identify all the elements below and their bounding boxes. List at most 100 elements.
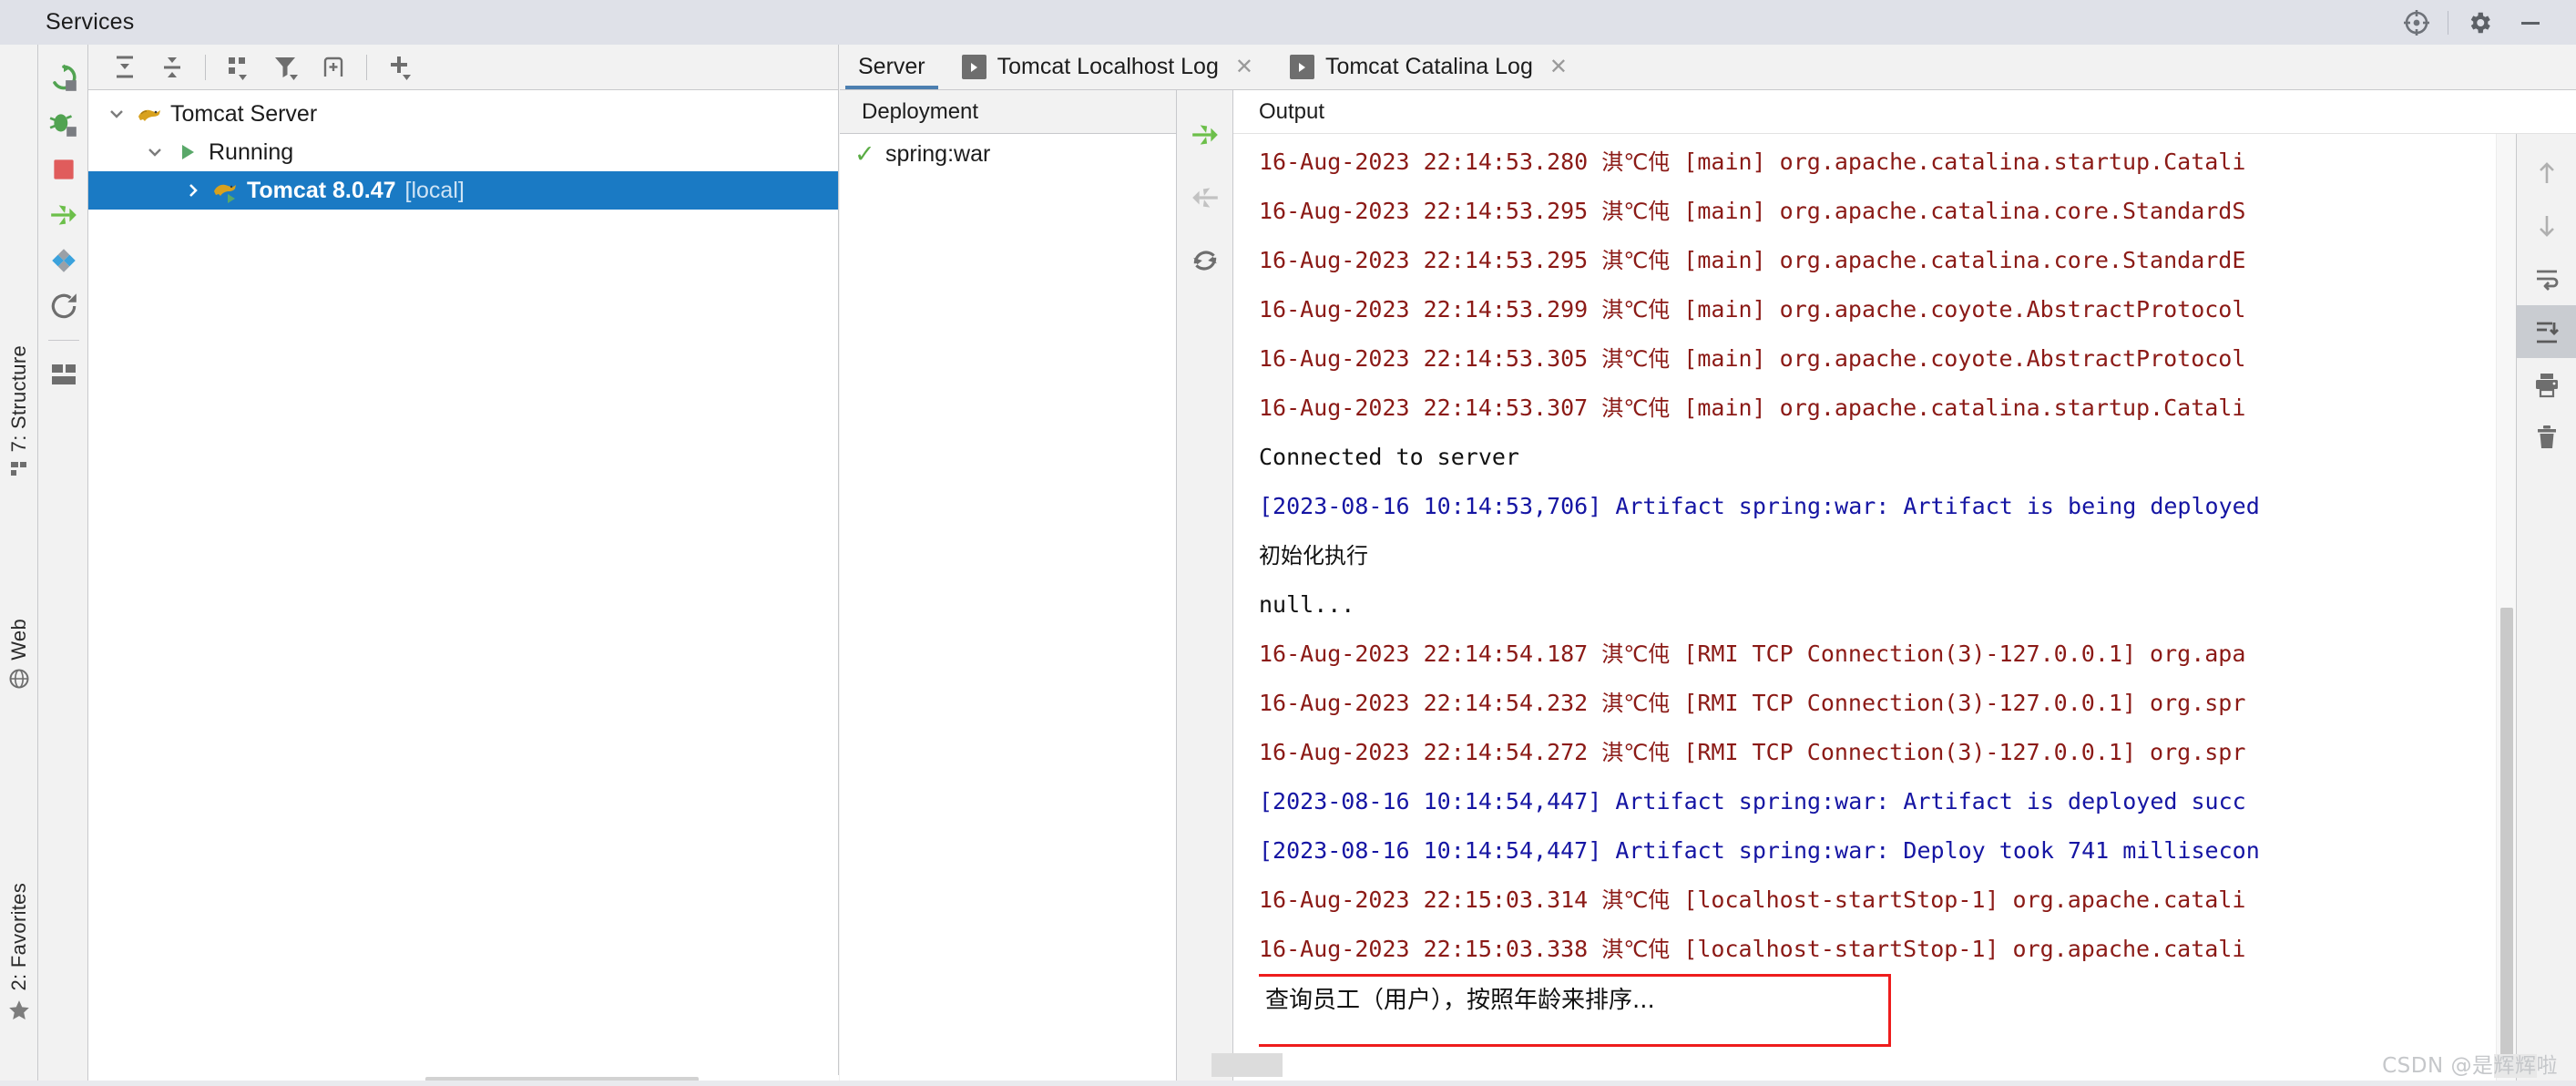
window-controls <box>2391 0 2576 45</box>
console-line: 16-Aug-2023 22:14:54.187 淇℃伅 [RMI TCP Co… <box>1259 630 2496 679</box>
watermark-suffix: 啦 <box>2536 1054 2558 1078</box>
console-actions-toolbar <box>2516 134 2576 1086</box>
console-line: 16-Aug-2023 22:14:53.295 淇℃伅 [main] org.… <box>1259 187 2496 236</box>
watermark: CSDN @是辉辉啦 <box>2382 1048 2558 1079</box>
page-title: Services <box>46 9 135 35</box>
expand-all-icon[interactable] <box>101 45 148 90</box>
console-line: 16-Aug-2023 22:14:53.280 淇℃伅 [main] org.… <box>1259 138 2496 187</box>
console-line: [2023-08-16 10:14:54,447] Artifact sprin… <box>1259 777 2496 826</box>
console-line: [2023-08-16 10:14:54,447] Artifact sprin… <box>1259 826 2496 876</box>
console-line: 16-Aug-2023 22:14:53.305 淇℃伅 [main] org.… <box>1259 334 2496 384</box>
printer-icon[interactable] <box>2517 358 2576 411</box>
console-line-text: 16-Aug-2023 22:14:54.232 <box>1259 690 1602 716</box>
console-line: 16-Aug-2023 22:14:53.295 淇℃伅 [main] org.… <box>1259 236 2496 285</box>
tab-tomcat-catalina-log[interactable]: Tomcat Catalina Log ✕ <box>1272 45 1586 89</box>
structure-icon <box>9 459 29 484</box>
add-service-icon[interactable] <box>376 45 424 90</box>
tree-node-sublabel: [local] <box>404 177 465 203</box>
tab-label: Server <box>858 54 925 79</box>
console-line-text: null... <box>1259 591 1355 618</box>
web-globe-icon <box>8 668 30 694</box>
check-green-icon: ✓ <box>854 139 875 168</box>
locate-icon[interactable] <box>2391 0 2442 45</box>
tree-node-running[interactable]: Running <box>88 133 838 171</box>
tree-node-tomcat-8047-local[interactable]: Tomcat 8.0.47 [local] <box>88 171 838 210</box>
group-by-icon[interactable] <box>215 45 262 90</box>
filter-icon[interactable] <box>262 45 310 90</box>
console-line-cjk: 淇℃伅 <box>1601 691 1671 716</box>
diamond-icon[interactable] <box>39 238 88 283</box>
console-line-tail: [RMI TCP Connection(3)-127.0.0.1] org.ap… <box>1670 640 2246 667</box>
deployment-panel: Deployment ✓ spring:war <box>840 90 1177 1086</box>
sidebar-item-web[interactable]: Web <box>0 619 38 694</box>
arrow-down-icon[interactable] <box>2517 200 2576 252</box>
debug-bug-icon[interactable] <box>39 101 88 147</box>
sidebar-item-favorites[interactable]: 2: Favorites <box>0 883 38 1027</box>
deploy-arrows-icon[interactable] <box>39 192 88 238</box>
console-line-tail: [main] org.apache.catalina.core.Standard… <box>1670 198 2246 224</box>
deployment-actions-toolbar <box>1177 90 1233 1086</box>
chevron-right-icon[interactable] <box>178 180 209 200</box>
console-line-tail: [main] org.apache.coyote.AbstractProtoco… <box>1670 296 2246 323</box>
close-icon[interactable]: ✕ <box>1549 54 1568 80</box>
highlighted-output-box: 查询员工（用户），按照年龄来排序... <box>1259 974 1891 1047</box>
console-output[interactable]: 16-Aug-2023 22:14:53.280 淇℃伅 [main] org.… <box>1233 134 2496 1086</box>
tab-tomcat-localhost-log[interactable]: Tomcat Localhost Log ✕ <box>944 45 1272 89</box>
console-line: 16-Aug-2023 22:14:54.232 淇℃伅 [RMI TCP Co… <box>1259 679 2496 728</box>
sidebar-item-label: 2: Favorites <box>7 883 30 991</box>
console-line: 16-Aug-2023 22:14:53.299 淇℃伅 [main] org.… <box>1259 285 2496 334</box>
console-line-cjk: 淇℃伅 <box>1601 149 1671 175</box>
run-actions-toolbar <box>39 45 88 1086</box>
console-line-text: [2023-08-16 10:14:54,447] Artifact sprin… <box>1259 788 2246 814</box>
console-line-tail: [main] org.apache.catalina.startup.Catal… <box>1670 394 2246 421</box>
console-highlight-row: 查询员工（用户），按照年龄来排序... <box>1259 974 2496 1047</box>
watermark-prefix: CSDN @是 <box>2382 1054 2494 1078</box>
deployment-item-spring-war[interactable]: ✓ spring:war <box>840 134 1176 174</box>
console-line: 16-Aug-2023 22:15:03.338 淇℃伅 [localhost-… <box>1259 925 2496 974</box>
tomcat-running-icon <box>209 178 243 203</box>
console-line-cjk: 淇℃伅 <box>1601 395 1671 421</box>
console-line-cjk: 淇℃伅 <box>1601 887 1671 913</box>
sidebar-item-structure[interactable]: 7: Structure <box>0 345 38 484</box>
console-line-cjk: 淇℃伅 <box>1601 297 1671 323</box>
console-line-cjk: 淇℃伅 <box>1601 937 1671 962</box>
console-line-cjk: 淇℃伅 <box>1601 199 1671 224</box>
settings-gear-icon[interactable] <box>2454 0 2505 45</box>
trash-icon[interactable] <box>2517 411 2576 464</box>
chevron-down-icon[interactable] <box>139 142 170 162</box>
close-icon[interactable]: ✕ <box>1235 54 1253 80</box>
scrollbar-thumb[interactable] <box>2500 608 2513 1063</box>
console-line-tail: [RMI TCP Connection(3)-127.0.0.1] org.sp… <box>1670 690 2246 716</box>
console-line-text: 16-Aug-2023 22:15:03.338 <box>1259 936 1602 962</box>
minimize-icon[interactable] <box>2505 0 2556 45</box>
soft-wrap-icon[interactable] <box>2517 252 2576 305</box>
new-window-icon[interactable] <box>310 45 357 90</box>
server-content-panel: Server Tomcat Localhost Log ✕ Tomcat Cat… <box>840 45 2576 1086</box>
console-line-tail: [main] org.apache.catalina.startup.Catal… <box>1670 149 2246 175</box>
console-line-text: [2023-08-16 10:14:53,706] Artifact sprin… <box>1259 493 2260 519</box>
deploy-arrows-icon[interactable] <box>1190 119 1221 155</box>
stop-square-icon[interactable] <box>39 147 88 192</box>
services-tree: Tomcat Server Running Tomcat 8.0.47 [loc… <box>88 90 838 210</box>
watermark-highlight: 辉辉 <box>2493 1054 2537 1078</box>
rerun-icon[interactable] <box>39 56 88 101</box>
server-body: Deployment ✓ spring:war Output 16-Aug-20… <box>840 90 2576 1086</box>
console-line-text: 16-Aug-2023 22:14:53.295 <box>1259 198 1602 224</box>
toolbar-divider <box>47 340 79 341</box>
undeploy-arrows-icon[interactable] <box>1190 182 1221 218</box>
scroll-to-end-icon[interactable] <box>2516 305 2576 358</box>
refresh-circle-icon[interactable] <box>39 283 88 329</box>
console-vertical-scrollbar[interactable] <box>2496 134 2516 1086</box>
tab-bar: Server Tomcat Localhost Log ✕ Tomcat Cat… <box>840 45 2576 90</box>
run-green-icon <box>170 141 205 163</box>
layout-blocks-icon[interactable] <box>39 352 88 397</box>
console-line-cjk: 淇℃伅 <box>1601 641 1671 667</box>
tree-node-tomcat-server[interactable]: Tomcat Server <box>88 95 838 133</box>
arrow-up-icon[interactable] <box>2517 147 2576 200</box>
tab-server[interactable]: Server <box>840 45 944 89</box>
redeploy-icon[interactable] <box>1190 245 1221 281</box>
chevron-down-icon[interactable] <box>101 104 132 124</box>
console-line-text: 16-Aug-2023 22:14:54.272 <box>1259 739 1602 765</box>
console-line-text: [2023-08-16 10:14:54,447] Artifact sprin… <box>1259 837 2260 864</box>
collapse-all-icon[interactable] <box>148 45 196 90</box>
